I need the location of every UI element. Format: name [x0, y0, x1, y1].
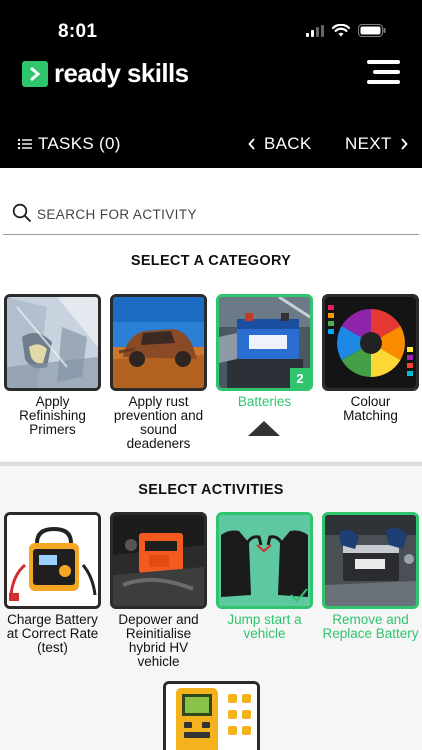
category-count-badge: 2: [290, 368, 310, 388]
activity-card-selected[interactable]: Jump start a vehicle: [216, 512, 313, 641]
category-card[interactable]: Apply Refinishing Primers: [4, 294, 101, 437]
chevron-left-icon: [248, 138, 255, 150]
category-label: Apply rust prevention and sound deadener…: [113, 394, 204, 451]
category-label: Apply Refinishing Primers: [19, 394, 86, 437]
task-navbar: TASKS (0) BACK NEXT: [0, 130, 422, 160]
category-card[interactable]: Apply rust prevention and sound deadener…: [110, 294, 207, 451]
activity-label: Depower and Reinitialise hybrid HV vehic…: [118, 612, 199, 669]
tasks-button[interactable]: TASKS (0): [18, 134, 121, 154]
category-label: Colour Matching: [343, 394, 398, 423]
next-button[interactable]: NEXT: [345, 134, 408, 154]
activity-label: Jump start a vehicle: [227, 612, 302, 641]
category-label: Batteries: [237, 394, 292, 409]
activity-card-selected[interactable]: Remove and Replace Battery: [322, 512, 419, 641]
chevron-right-icon: [22, 60, 48, 87]
category-image-colour: [322, 294, 419, 391]
wifi-icon: [332, 24, 350, 37]
category-card[interactable]: Colour Matching: [322, 294, 419, 423]
status-time: 8:01: [58, 21, 98, 42]
activity-image-hybrid: [110, 512, 207, 609]
search-input[interactable]: [37, 203, 407, 225]
screen: 8:01 ready skills TASKS (0) BACK NEXT SE…: [0, 0, 422, 750]
battery-icon: [358, 24, 386, 37]
activity-card[interactable]: Charge Battery at Correct Rate (test): [4, 512, 101, 655]
list-icon: [18, 139, 32, 149]
activity-image-jumpstart: [216, 512, 313, 609]
activity-label: Remove and Replace Battery: [322, 612, 419, 641]
brand-name: ready skills: [54, 58, 189, 88]
brand-logo[interactable]: ready skills: [22, 58, 189, 89]
search-icon: [12, 203, 31, 222]
selected-category-indicator: [248, 421, 280, 436]
back-label: BACK: [264, 134, 312, 153]
next-label: NEXT: [345, 134, 392, 153]
activities-section-title: SELECT ACTIVITIES: [138, 482, 284, 498]
category-image-batteries: 2: [216, 294, 313, 391]
category-card-selected[interactable]: 2 Batteries: [216, 294, 313, 409]
back-button[interactable]: BACK: [248, 134, 312, 154]
activity-card[interactable]: Depower and Reinitialise hybrid HV vehic…: [110, 512, 207, 669]
hamburger-menu-icon[interactable]: [367, 60, 400, 84]
activity-image-replace-battery: [322, 512, 419, 609]
activity-card[interactable]: [163, 681, 260, 750]
chevron-right-icon: [400, 138, 408, 150]
activity-image-battery-tester: [163, 681, 260, 750]
category-image-rust: [110, 294, 207, 391]
category-section-title: SELECT A CATEGORY: [130, 253, 292, 269]
search-bar: [3, 195, 419, 235]
activity-image-charger: [4, 512, 101, 609]
app-header: 8:01 ready skills TASKS (0) BACK NEXT: [0, 0, 422, 168]
tasks-label: TASKS (0): [38, 134, 121, 153]
activity-label: Charge Battery at Correct Rate (test): [6, 612, 99, 655]
status-icons: [306, 24, 386, 37]
signal-icon: [306, 24, 324, 37]
category-image-primers: [4, 294, 101, 391]
